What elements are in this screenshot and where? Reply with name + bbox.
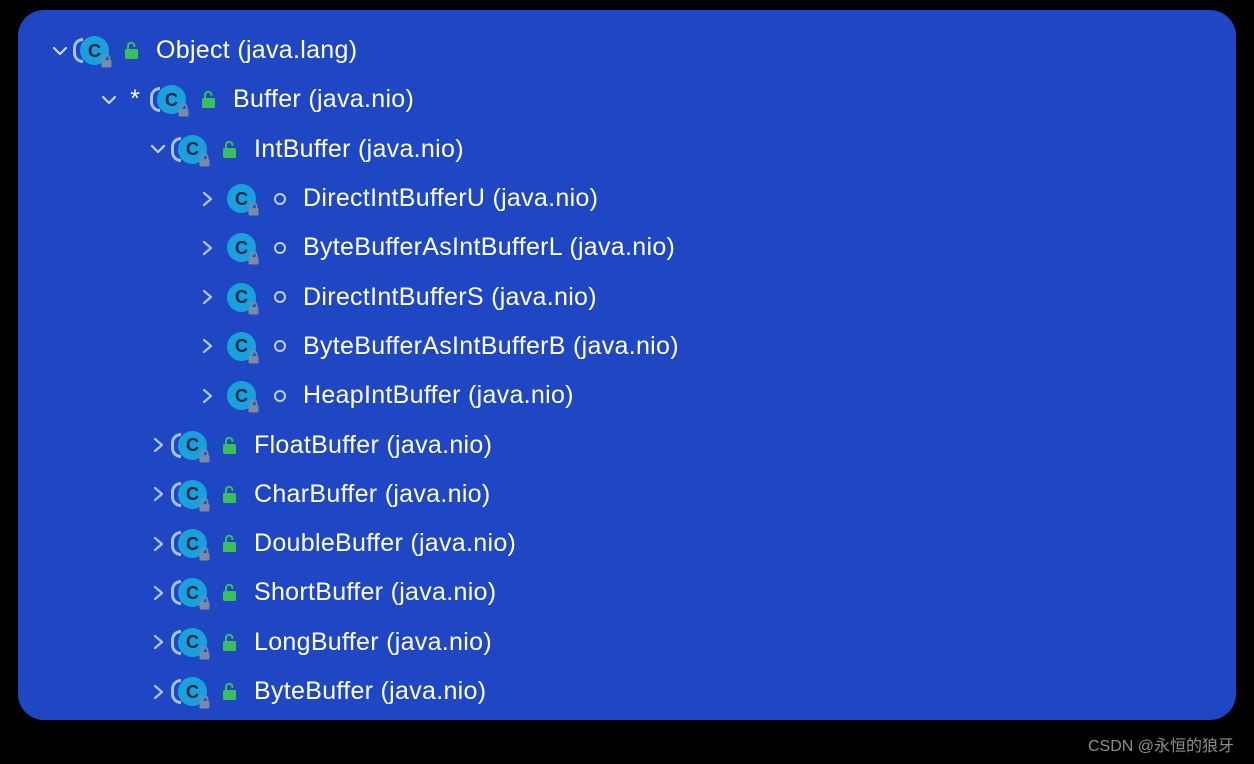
lock-icon: [247, 399, 260, 413]
expand-toggle[interactable]: [195, 338, 219, 354]
lock-icon: [198, 695, 211, 709]
unlock-icon: [120, 41, 142, 60]
class-icon: C: [227, 184, 256, 213]
class-label: ShortBuffer (java.nio): [254, 578, 496, 607]
class-icon: C: [227, 381, 256, 410]
final-icon: [267, 340, 289, 352]
class-label: CharBuffer (java.nio): [254, 480, 491, 509]
lock-icon: [247, 251, 260, 265]
lock-icon: [198, 547, 211, 561]
final-icon: [267, 291, 289, 303]
class-label: Object (java.lang): [156, 36, 357, 65]
watermark: CSDN @永恒的狼牙: [1088, 732, 1234, 756]
final-icon: [267, 242, 289, 254]
class-label: DirectIntBufferU (java.nio): [303, 184, 598, 213]
class-icon: C: [178, 529, 207, 558]
class-icon: C: [178, 480, 207, 509]
lock-icon: [198, 646, 211, 660]
tree-row-bytebufferasintbufferl[interactable]: C ByteBufferAsIntBufferL (java.nio): [48, 223, 1206, 272]
lock-icon: [198, 498, 211, 512]
lock-icon: [198, 153, 211, 167]
tree-row-floatbuffer[interactable]: C FloatBuffer (java.nio): [48, 420, 1206, 469]
class-icon: C: [227, 233, 256, 262]
expand-toggle[interactable]: [195, 388, 219, 404]
class-icon: C: [80, 36, 109, 65]
tree-row-charbuffer[interactable]: C CharBuffer (java.nio): [48, 470, 1206, 519]
unlock-icon: [218, 436, 240, 455]
class-label: ByteBufferAsIntBufferB (java.nio): [303, 332, 679, 361]
final-icon: [267, 193, 289, 205]
expand-toggle[interactable]: [97, 92, 121, 108]
lock-icon: [198, 596, 211, 610]
expand-toggle[interactable]: [146, 141, 170, 157]
expand-toggle[interactable]: [195, 191, 219, 207]
tree-row-bytebufferasintbufferb[interactable]: C ByteBufferAsIntBufferB (java.nio): [48, 322, 1206, 371]
expand-toggle[interactable]: [146, 684, 170, 700]
tree-row-bytebuffer[interactable]: C ByteBuffer (java.nio): [48, 667, 1206, 716]
final-icon: [267, 390, 289, 402]
unlock-icon: [218, 534, 240, 553]
expand-toggle[interactable]: [146, 585, 170, 601]
unlock-icon: [218, 485, 240, 504]
tree-row-shortbuffer[interactable]: C ShortBuffer (java.nio): [48, 568, 1206, 617]
expand-toggle[interactable]: [146, 536, 170, 552]
tree-row-directintbuffers[interactable]: C DirectIntBufferS (java.nio): [48, 272, 1206, 321]
class-icon: C: [227, 283, 256, 312]
class-label: IntBuffer (java.nio): [254, 135, 464, 164]
unlock-icon: [197, 90, 219, 109]
class-label: Buffer (java.nio): [233, 85, 414, 114]
lock-icon: [198, 449, 211, 463]
unlock-icon: [218, 633, 240, 652]
tree-row-intbuffer[interactable]: C IntBuffer (java.nio): [48, 125, 1206, 174]
unlock-icon: [218, 140, 240, 159]
tree-row-object[interactable]: C Object (java.lang): [48, 26, 1206, 75]
tree-row-doublebuffer[interactable]: C DoubleBuffer (java.nio): [48, 519, 1206, 568]
tree-row-buffer[interactable]: * C Buffer (java.nio): [48, 75, 1206, 124]
class-hierarchy-panel: C Object (java.lang) * C Buffer (java.ni…: [18, 10, 1236, 720]
class-label: HeapIntBuffer (java.nio): [303, 381, 574, 410]
lock-icon: [177, 103, 190, 117]
unlock-icon: [218, 682, 240, 701]
class-icon: C: [178, 135, 207, 164]
tree-row-heapintbuffer[interactable]: C HeapIntBuffer (java.nio): [48, 371, 1206, 420]
expand-toggle[interactable]: [195, 289, 219, 305]
unlock-icon: [218, 583, 240, 602]
lock-icon: [247, 301, 260, 315]
expand-toggle[interactable]: [146, 437, 170, 453]
expand-toggle[interactable]: [146, 486, 170, 502]
class-icon: C: [227, 332, 256, 361]
tree-row-longbuffer[interactable]: C LongBuffer (java.nio): [48, 618, 1206, 667]
expand-toggle[interactable]: [48, 43, 72, 59]
expand-toggle[interactable]: [146, 634, 170, 650]
class-label: ByteBuffer (java.nio): [254, 677, 486, 706]
class-label: LongBuffer (java.nio): [254, 628, 492, 657]
class-label: FloatBuffer (java.nio): [254, 431, 492, 460]
class-icon: C: [178, 628, 207, 657]
class-icon: C: [178, 431, 207, 460]
tree-row-directintbufferu[interactable]: C DirectIntBufferU (java.nio): [48, 174, 1206, 223]
class-icon: C: [178, 677, 207, 706]
class-icon: C: [157, 85, 186, 114]
lock-icon: [247, 202, 260, 216]
class-label: DirectIntBufferS (java.nio): [303, 283, 597, 312]
lock-icon: [100, 54, 113, 68]
expand-toggle[interactable]: [195, 240, 219, 256]
lock-icon: [247, 350, 260, 364]
class-icon: C: [178, 578, 207, 607]
class-label: ByteBufferAsIntBufferL (java.nio): [303, 233, 675, 262]
star-icon: *: [123, 85, 147, 114]
class-label: DoubleBuffer (java.nio): [254, 529, 516, 558]
